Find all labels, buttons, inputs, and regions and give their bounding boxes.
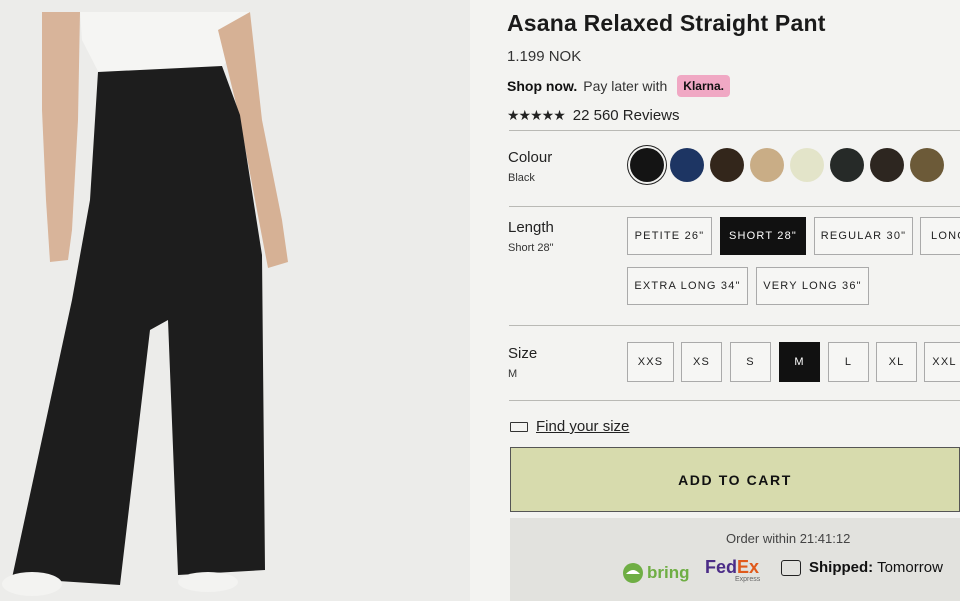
fedex-logo: FedEx: [705, 557, 759, 578]
colour-selected: Black: [508, 172, 535, 184]
colour-swatch-espresso[interactable]: [870, 148, 904, 182]
size-option-xxl[interactable]: XXL: [924, 342, 960, 382]
bring-text: bring: [647, 563, 690, 582]
size-option-xl[interactable]: XL: [876, 342, 917, 382]
length-option-very-long[interactable]: VERY LONG 36": [756, 267, 869, 305]
length-option-extra-long[interactable]: EXTRA LONG 34": [627, 267, 748, 305]
shipping-status: Shipped: Tomorrow: [781, 559, 943, 576]
bring-logo: bring: [622, 562, 690, 584]
colour-swatch-olive-brown[interactable]: [910, 148, 944, 182]
add-to-cart-button[interactable]: ADD TO CART: [510, 447, 960, 512]
colour-swatch-tan[interactable]: [750, 148, 784, 182]
model-photo: [0, 0, 470, 601]
size-option-l[interactable]: L: [828, 342, 869, 382]
length-option-petite[interactable]: PETITE 26": [627, 217, 712, 255]
bring-icon: [623, 563, 643, 583]
fedex-express-text: Express: [735, 576, 761, 583]
divider: [509, 206, 960, 207]
review-count: 22 560 Reviews: [572, 107, 680, 124]
shop-now-text: Shop now.: [507, 78, 578, 94]
ruler-icon: [510, 421, 528, 432]
length-option-regular[interactable]: REGULAR 30": [814, 217, 913, 255]
fedex-fe-text: Fed: [705, 557, 738, 577]
length-option-short[interactable]: SHORT 28": [720, 217, 806, 255]
colour-swatch-charcoal[interactable]: [830, 148, 864, 182]
pay-later-text: Pay later with: [583, 78, 668, 94]
size-label: Size: [508, 345, 538, 362]
size-selected: M: [508, 368, 518, 380]
product-image: [0, 0, 470, 601]
colour-swatch-dark-brown[interactable]: [710, 148, 744, 182]
length-selected: Short 28": [508, 242, 554, 254]
size-option-s[interactable]: S: [730, 342, 771, 382]
colour-swatch-navy[interactable]: [670, 148, 704, 182]
divider: [509, 130, 960, 131]
length-label: Length: [508, 219, 554, 236]
rating-stars-icon: ★★★★★: [507, 107, 566, 123]
shipped-label: Shipped:: [809, 559, 874, 576]
find-your-size-link[interactable]: Find your size: [510, 418, 629, 435]
reviews-summary[interactable]: ★★★★★ 22 560 Reviews: [507, 107, 680, 124]
size-option-m[interactable]: M: [779, 342, 820, 382]
order-countdown: Order within 21:41:12: [726, 531, 851, 546]
size-option-xs[interactable]: XS: [681, 342, 722, 382]
divider: [509, 325, 960, 326]
klarna-logo[interactable]: Klarna.: [677, 75, 730, 97]
fedex-ex-text: Ex: [737, 557, 760, 577]
product-title: Asana Relaxed Straight Pant: [507, 10, 826, 36]
divider: [509, 400, 960, 401]
product-price: 1.199 NOK: [507, 48, 582, 65]
colour-label: Colour: [508, 149, 553, 166]
find-your-size-text: Find your size: [536, 418, 630, 435]
colour-swatch-cream[interactable]: [790, 148, 824, 182]
size-option-xxs[interactable]: XXS: [627, 342, 674, 382]
shipped-value: Tomorrow: [877, 559, 943, 576]
truck-icon: [781, 559, 801, 576]
colour-swatch-black[interactable]: [630, 148, 664, 182]
klarna-payment-info: Shop now. Pay later with Klarna.: [507, 75, 730, 97]
length-option-long[interactable]: LONG: [920, 217, 960, 255]
